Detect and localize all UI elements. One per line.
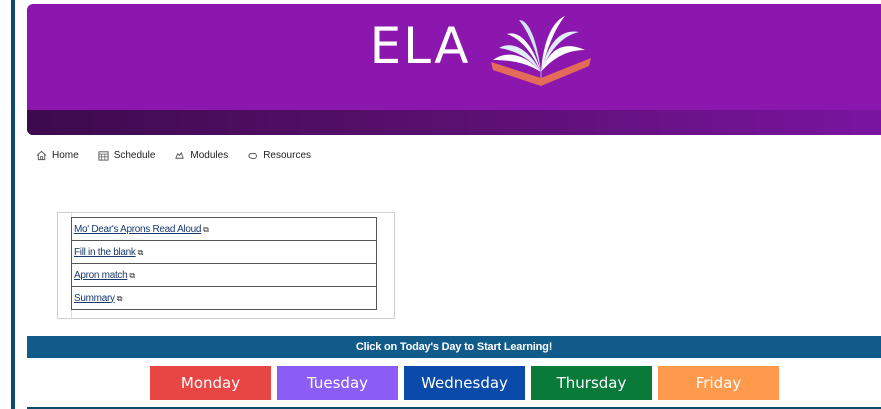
resources-icon — [248, 152, 258, 159]
link-summary[interactable]: Summary — [74, 293, 115, 304]
table-row: Summary ⧉ — [71, 286, 377, 310]
link-apron-match[interactable]: Apron match — [74, 270, 128, 281]
nav-home[interactable]: Home — [36, 150, 79, 161]
course-nav: Home Schedule Modules Resources — [36, 147, 330, 163]
nav-resources-label: Resources — [263, 149, 312, 161]
banner-strip — [27, 110, 881, 135]
wednesday-button[interactable]: Wednesday — [404, 366, 525, 400]
link-fill-in-blank[interactable]: Fill in the blank — [74, 247, 136, 258]
external-link-icon: ⧉ — [203, 224, 209, 234]
modules-icon — [175, 151, 185, 159]
table-row: Fill in the blank ⧉ — [71, 240, 377, 264]
day-buttons: Monday Tuesday Wednesday Thursday Friday — [150, 366, 785, 400]
activity-links-table: Mo' Dear's Aprons Read Aloud ⧉ Fill in th… — [71, 217, 377, 310]
table-row: Apron match ⧉ — [71, 263, 377, 287]
left-rule — [11, 0, 15, 409]
nav-modules[interactable]: Modules — [174, 150, 228, 161]
banner-title: ELA — [369, 17, 471, 75]
nav-schedule[interactable]: Schedule — [98, 149, 156, 161]
link-read-aloud[interactable]: Mo' Dear's Aprons Read Aloud — [74, 224, 201, 235]
tuesday-button[interactable]: Tuesday — [277, 366, 398, 400]
external-link-icon: ⧉ — [129, 270, 135, 280]
thursday-button[interactable]: Thursday — [531, 366, 652, 400]
calendar-icon — [98, 150, 109, 161]
nav-modules-label: Modules — [190, 149, 229, 161]
external-link-icon: ⧉ — [137, 247, 144, 257]
monday-button[interactable]: Monday — [150, 366, 271, 400]
open-book-icon — [491, 16, 591, 86]
external-link-icon: ⧉ — [116, 293, 123, 303]
home-icon — [36, 150, 47, 160]
table-row: Mo' Dear's Aprons Read Aloud ⧉ — [71, 217, 377, 241]
nav-schedule-label: Schedule — [113, 149, 156, 161]
nav-home-label: Home — [52, 149, 79, 161]
start-learning-bar: Click on Today's Day to Start Learning! — [27, 336, 881, 358]
activity-links-panel: Mo' Dear's Aprons Read Aloud ⧉ Fill in th… — [57, 212, 395, 319]
nav-resources[interactable]: Resources — [247, 150, 311, 161]
friday-button[interactable]: Friday — [658, 366, 779, 400]
ela-banner: ELA — [27, 4, 881, 135]
